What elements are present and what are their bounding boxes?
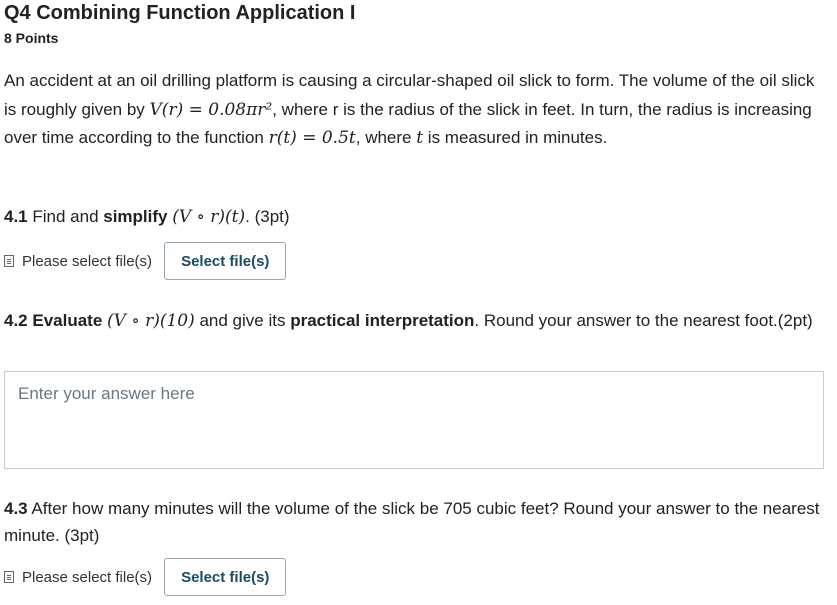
question-title: Q4 Combining Function Application I [4,2,356,24]
composition-value-expression: (V ∘ r)(10) [107,311,195,331]
radius-formula: r(t) = 0.5t [268,128,356,148]
composition-expression: (V ∘ r)(t) [172,207,246,227]
part-4-1-prompt: 4.1 Find and simplify (V ∘ r)(t). (3pt) [4,207,290,227]
part-4-2-prompt: 4.2 Evaluate (V ∘ r)(10) and give its pr… [4,311,813,331]
part-4-3-upload: Please select file(s) Select file(s) [4,558,287,596]
file-icon [4,255,14,267]
select-files-button[interactable]: Select file(s) [164,558,287,596]
part-4-1-upload: Please select file(s) Select file(s) [4,242,287,280]
file-icon [4,571,14,583]
upload-label: Please select file(s) [22,568,153,586]
question-points: 8 Points [4,30,59,46]
upload-label: Please select file(s) [22,252,153,270]
part-4-3-prompt: 4.3 After how many minutes will the volu… [4,499,820,545]
answer-textarea[interactable]: Enter your answer here [4,371,824,469]
volume-formula: V(r) = 0.08πr² [149,99,273,120]
select-files-button[interactable]: Select file(s) [164,242,287,280]
question-intro: An accident at an oil drilling platform … [4,71,815,148]
